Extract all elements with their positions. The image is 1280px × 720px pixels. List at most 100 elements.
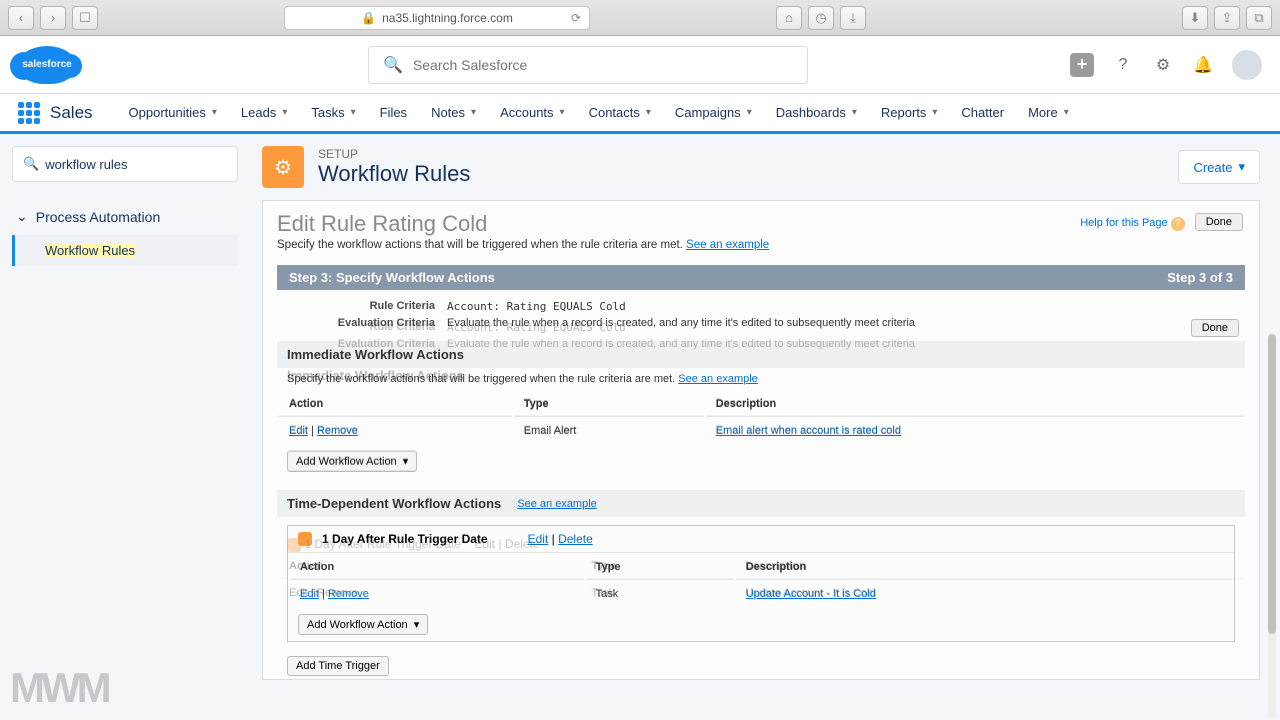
add-workflow-action-button-2[interactable]: Add Workflow Action▾ bbox=[298, 614, 428, 635]
table-row: Edit | Remove Email Alert Email alert wh… bbox=[279, 419, 1243, 443]
quick-find[interactable]: 🔍 workflow rules bbox=[12, 146, 238, 182]
scroll-thumb[interactable] bbox=[1268, 334, 1276, 634]
evaluation-label: Evaluation Criteria bbox=[277, 317, 447, 329]
time-actions-table: ActionTypeDescription Edit | Remove Task… bbox=[288, 553, 1234, 608]
chevron-down-icon: ▾ bbox=[414, 618, 420, 631]
immediate-actions-header: Immediate Workflow Actions bbox=[277, 341, 1245, 368]
chevron-down-icon: ▾ bbox=[1238, 159, 1245, 175]
see-example-link-3[interactable]: See an example bbox=[517, 498, 597, 510]
chevron-down-icon: ▾ bbox=[1064, 107, 1069, 118]
tabs-icon[interactable]: ⧉ bbox=[1246, 6, 1272, 30]
nav-opportunities[interactable]: Opportunities▾ bbox=[117, 93, 229, 133]
app-launcher-icon[interactable] bbox=[18, 102, 40, 124]
global-search[interactable]: 🔍 bbox=[368, 46, 808, 84]
history-icon[interactable]: ◷ bbox=[808, 6, 834, 30]
chevron-down-icon: ▾ bbox=[560, 107, 565, 118]
workflow-gear-icon: ⚙ bbox=[262, 146, 304, 188]
avatar[interactable] bbox=[1232, 50, 1262, 80]
see-example-link[interactable]: See an example bbox=[686, 239, 769, 251]
breadcrumb-setup: SETUP bbox=[318, 147, 470, 161]
see-example-link-2[interactable]: See an example bbox=[678, 373, 758, 385]
notifications-icon[interactable]: 🔔 bbox=[1192, 54, 1214, 76]
tree-process-automation[interactable]: ⌄ Process Automation bbox=[12, 202, 238, 231]
global-header: salesforce 🔍 + ? ⚙ 🔔 bbox=[0, 36, 1280, 94]
share-icon[interactable]: ⇪ bbox=[1214, 6, 1240, 30]
chevron-down-icon: ▾ bbox=[403, 455, 409, 468]
time-dependent-header: Time-Dependent Workflow Actions See an e… bbox=[277, 490, 1245, 517]
chevron-down-icon: ▾ bbox=[646, 107, 651, 118]
setup-gear-icon[interactable]: ⚙ bbox=[1152, 54, 1174, 76]
reload-icon[interactable]: ⟳ bbox=[571, 11, 581, 25]
time-trigger-icon bbox=[298, 532, 312, 546]
add-workflow-action-button[interactable]: Add Workflow Action▾ bbox=[287, 451, 417, 472]
rule-criteria-value: Account: Rating EQUALS Cold bbox=[447, 300, 626, 313]
classic-iframe: Done Help for this Page ? Edit Rule Rati… bbox=[262, 200, 1260, 680]
chevron-down-icon: ▾ bbox=[747, 107, 752, 118]
immediate-actions-table: ActionTypeDescription Edit | Remove Emai… bbox=[277, 390, 1245, 445]
step-indicator: Step 3: Specify Workflow ActionsStep 3 o… bbox=[277, 265, 1245, 290]
chevron-down-icon: ▾ bbox=[852, 107, 857, 118]
address-bar[interactable]: 🔒 na35.lightning.force.com ⟳ bbox=[284, 6, 590, 30]
rule-subtitle: Specify the workflow actions that will b… bbox=[277, 239, 1245, 251]
salesforce-logo: salesforce bbox=[18, 46, 76, 84]
quick-find-value: workflow rules bbox=[45, 157, 127, 172]
downloads-tray-icon[interactable]: ⤓ bbox=[840, 6, 866, 30]
scrollbar[interactable] bbox=[1268, 334, 1276, 717]
chevron-down-icon: ▾ bbox=[282, 107, 287, 118]
chevron-down-icon: ▾ bbox=[932, 107, 937, 118]
nav-more[interactable]: More▾ bbox=[1016, 93, 1081, 133]
search-input[interactable] bbox=[413, 57, 793, 73]
nav-contacts[interactable]: Contacts▾ bbox=[577, 93, 663, 133]
edit-link[interactable]: Edit bbox=[300, 588, 319, 600]
home-icon[interactable]: ⌂ bbox=[776, 6, 802, 30]
remove-link[interactable]: Remove bbox=[317, 425, 358, 437]
trigger-edit-link[interactable]: Edit bbox=[528, 532, 549, 546]
rule-criteria-label: Rule Criteria bbox=[277, 300, 447, 313]
nav-tasks[interactable]: Tasks▾ bbox=[299, 93, 367, 133]
time-trigger-block: 1 Day After Rule Trigger Date Edit | Del… bbox=[287, 525, 1235, 642]
search-icon: 🔍 bbox=[23, 156, 39, 172]
page-title: Workflow Rules bbox=[318, 161, 470, 187]
lock-icon: 🔒 bbox=[361, 11, 376, 25]
done-button-2[interactable]: Done bbox=[1191, 319, 1239, 337]
remove-link[interactable]: Remove bbox=[328, 588, 369, 600]
done-button[interactable]: Done bbox=[1195, 213, 1243, 231]
nav-chatter[interactable]: Chatter bbox=[949, 93, 1016, 133]
app-nav: Sales Opportunities▾ Leads▾ Tasks▾ Files… bbox=[0, 94, 1280, 134]
forward-button[interactable]: › bbox=[40, 6, 66, 30]
help-icon[interactable]: ? bbox=[1112, 54, 1134, 76]
nav-accounts[interactable]: Accounts▾ bbox=[488, 93, 577, 133]
nav-reports[interactable]: Reports▾ bbox=[869, 93, 950, 133]
chevron-down-icon: ▾ bbox=[471, 107, 476, 118]
setup-sidebar: 🔍 workflow rules ⌄ Process Automation Wo… bbox=[0, 134, 250, 717]
nav-files[interactable]: Files bbox=[368, 93, 419, 133]
tree-workflow-rules[interactable]: Workflow Rules bbox=[12, 235, 238, 266]
chevron-down-icon: ⌄ bbox=[16, 208, 28, 225]
watermark: MWM bbox=[10, 664, 108, 712]
sidebar-toggle[interactable]: ☐ bbox=[72, 6, 98, 30]
add-time-trigger-button[interactable]: Add Time Trigger bbox=[287, 656, 389, 676]
edit-link[interactable]: Edit bbox=[289, 425, 308, 437]
nav-leads[interactable]: Leads▾ bbox=[229, 93, 299, 133]
search-icon: 🔍 bbox=[383, 55, 403, 75]
chevron-down-icon: ▾ bbox=[212, 107, 217, 118]
nav-dashboards[interactable]: Dashboards▾ bbox=[764, 93, 869, 133]
help-link[interactable]: Help for this Page ? bbox=[1080, 217, 1185, 231]
nav-notes[interactable]: Notes▾ bbox=[419, 93, 488, 133]
action-desc-link[interactable]: Update Account - It is Cold bbox=[746, 588, 876, 600]
create-button[interactable]: Create▾ bbox=[1178, 150, 1260, 184]
global-add-button[interactable]: + bbox=[1070, 53, 1094, 77]
chevron-down-icon: ▾ bbox=[351, 107, 356, 118]
url-text: na35.lightning.force.com bbox=[382, 11, 513, 25]
download-icon[interactable]: ⬇ bbox=[1182, 6, 1208, 30]
app-name: Sales bbox=[50, 103, 93, 123]
nav-campaigns[interactable]: Campaigns▾ bbox=[663, 93, 764, 133]
evaluation-value: Evaluate the rule when a record is creat… bbox=[447, 317, 915, 329]
browser-toolbar: ‹ › ☐ 🔒 na35.lightning.force.com ⟳ ⌂ ◷ ⤓… bbox=[0, 0, 1280, 36]
trigger-title: 1 Day After Rule Trigger Date bbox=[322, 532, 488, 546]
back-button[interactable]: ‹ bbox=[8, 6, 34, 30]
trigger-delete-link[interactable]: Delete bbox=[558, 532, 593, 546]
action-desc-link[interactable]: Email alert when account is rated cold bbox=[716, 425, 901, 437]
table-row: Edit | Remove Task Update Account - It i… bbox=[290, 582, 1232, 606]
content-area: ⚙ SETUP Workflow Rules Create▾ Done Help… bbox=[250, 134, 1280, 717]
